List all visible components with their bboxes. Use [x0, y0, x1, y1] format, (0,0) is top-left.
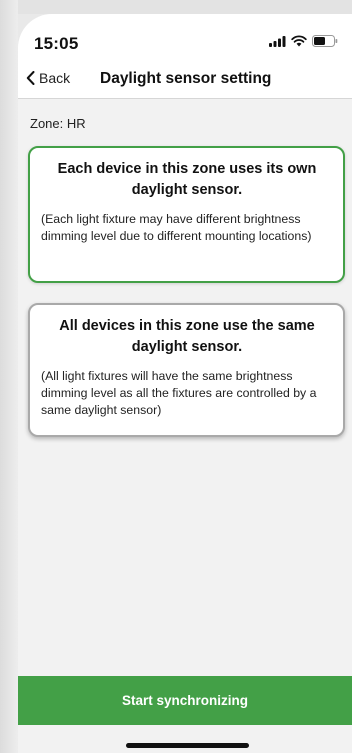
back-label: Back	[39, 70, 71, 86]
option-description: (All light fixtures will have the same b…	[41, 369, 317, 417]
frame-left-edge	[0, 0, 18, 753]
start-synchronizing-button[interactable]: Start synchronizing	[18, 676, 352, 725]
option-title: All devices in this zone use the same da…	[59, 318, 315, 355]
status-time: 15:05	[34, 34, 79, 53]
option-title: Each device in this zone uses its own da…	[57, 161, 317, 198]
frame-top-edge	[0, 0, 352, 14]
chevron-left-icon	[26, 71, 35, 85]
option-own-sensor-card[interactable]: Each device in this zone uses its own da…	[28, 146, 345, 283]
home-indicator[interactable]	[126, 743, 249, 748]
signal-icon	[269, 35, 286, 47]
wifi-icon	[291, 35, 307, 47]
phone-screen: 15:05 Back Daylight sensor setting Zone:…	[18, 14, 352, 753]
battery-icon	[312, 35, 338, 47]
page-title: Daylight sensor setting	[100, 70, 272, 87]
status-bar: 15:05	[18, 14, 352, 62]
option-description: (Each light fixture may have different b…	[41, 212, 312, 243]
navigation-bar: Back Daylight sensor setting	[18, 62, 352, 99]
status-icons	[269, 35, 338, 47]
home-indicator-area	[18, 725, 352, 753]
device-frame: 15:05 Back Daylight sensor setting Zone:…	[0, 0, 352, 753]
option-shared-sensor-card[interactable]: All devices in this zone use the same da…	[28, 303, 345, 437]
back-button[interactable]: Back	[26, 70, 70, 86]
zone-label: Zone: HR	[30, 116, 86, 131]
